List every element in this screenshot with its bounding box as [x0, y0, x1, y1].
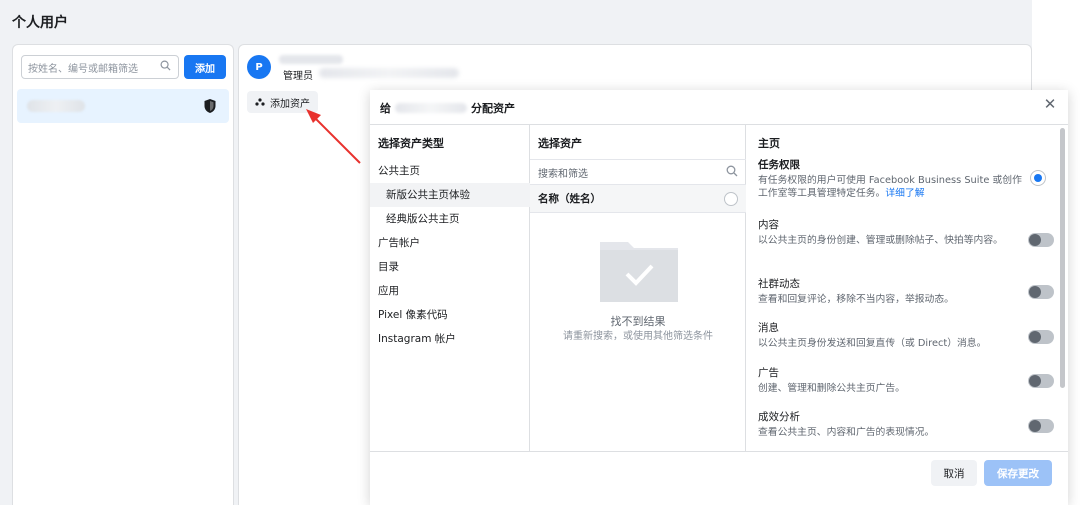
save-changes-button[interactable]: 保存更改	[984, 460, 1052, 486]
close-icon[interactable]: ✕	[1042, 96, 1058, 112]
perm-desc: 查看和回复评论，移除不当内容，举报动态。	[758, 294, 954, 305]
perm-ads: 广告 创建、管理和删除公共主页广告。	[758, 365, 1028, 395]
asset-type-ad-accounts[interactable]: 广告帐户	[370, 231, 530, 255]
perm-title: 内容	[758, 219, 779, 231]
name-header-label: 名称（姓名）	[538, 193, 601, 205]
shield-icon	[204, 99, 216, 113]
avatar: P	[247, 55, 271, 79]
task-access-radio[interactable]	[1030, 170, 1046, 186]
asset-select-column: 选择资产 搜索和筛选 名称（姓名） 找不到结果 请重新搜索，或使用其他筛选条件	[530, 125, 746, 451]
perm-title: 社群动态	[758, 278, 800, 290]
name-column-header: 名称（姓名）	[530, 185, 746, 213]
asset-type-apps[interactable]: 应用	[370, 279, 530, 303]
messages-toggle[interactable]	[1028, 330, 1054, 344]
asset-type-heading: 选择资产类型	[378, 137, 444, 150]
content-toggle[interactable]	[1028, 233, 1054, 247]
permissions-scrollbar[interactable]	[1060, 128, 1065, 388]
perm-content: 内容 以公共主页的身份创建、管理或删除帖子、快拍等内容。	[758, 217, 1028, 247]
perm-desc: 查看公共主页、内容和广告的表现情况。	[758, 427, 935, 438]
perm-title: 成效分析	[758, 411, 800, 423]
user-email-redacted	[319, 68, 459, 78]
user-search-placeholder: 按姓名、编号或邮箱筛选	[28, 63, 138, 75]
learn-more-link[interactable]: 详细了解	[885, 188, 924, 199]
insights-toggle[interactable]	[1028, 419, 1054, 433]
user-name-redacted	[279, 55, 343, 64]
perm-messages: 消息 以公共主页身份发送和回复直传（或 Direct）消息。	[758, 320, 1028, 350]
divider	[370, 451, 1068, 452]
perm-title: 广告	[758, 367, 779, 379]
asset-type-classic-pages[interactable]: 经典版公共主页	[370, 207, 530, 231]
dialog-title-prefix: 给	[380, 102, 391, 115]
perm-desc: 创建、管理和删除公共主页广告。	[758, 383, 905, 394]
assign-assets-dialog: 给 分配资产 ✕ 选择资产类型 公共主页 新版公共主页体验 经典版公共主页 广告…	[370, 90, 1068, 505]
dialog-title-suffix: 分配资产	[471, 102, 515, 115]
user-name-redacted	[27, 100, 85, 112]
add-asset-label: 添加资产	[270, 98, 310, 110]
asset-type-new-pages[interactable]: 新版公共主页体验	[370, 183, 530, 207]
select-all-radio[interactable]	[724, 191, 738, 206]
community-toggle[interactable]	[1028, 285, 1054, 299]
asset-search-placeholder: 搜索和筛选	[538, 168, 588, 180]
user-list-panel: 按姓名、编号或邮箱筛选 添加	[12, 44, 234, 505]
page-title: 个人用户	[12, 15, 68, 31]
asset-search-input[interactable]: 搜索和筛选	[530, 159, 746, 185]
user-name-redacted	[395, 103, 467, 113]
asset-type-pixels[interactable]: Pixel 像素代码	[370, 303, 530, 327]
dialog-title: 给 分配资产	[380, 100, 515, 116]
perm-task-access: 任务权限 有任务权限的用户可使用 Facebook Business Suite…	[758, 157, 1028, 200]
empty-folder-icon	[600, 242, 678, 302]
asset-type-list: 公共主页 新版公共主页体验 经典版公共主页 广告帐户 目录 应用 Pixel 像…	[370, 159, 530, 351]
perm-title: 消息	[758, 322, 779, 334]
asset-type-column: 选择资产类型 公共主页 新版公共主页体验 经典版公共主页 广告帐户 目录 应用 …	[370, 125, 530, 451]
perm-desc: 以公共主页的身份创建、管理或删除帖子、快拍等内容。	[758, 235, 1003, 246]
asset-select-heading: 选择资产	[538, 137, 582, 150]
asset-type-catalogs[interactable]: 目录	[370, 255, 530, 279]
user-list-item[interactable]	[17, 89, 229, 123]
perm-insights: 成效分析 查看公共主页、内容和广告的表现情况。	[758, 409, 1028, 439]
permissions-heading: 主页	[758, 137, 780, 150]
perm-desc: 以公共主页身份发送和回复直传（或 Direct）消息。	[758, 338, 987, 349]
people-icon	[255, 97, 265, 106]
search-icon	[726, 165, 738, 180]
add-user-button[interactable]: 添加	[184, 55, 226, 79]
role-label: 管理员	[283, 71, 313, 82]
perm-community: 社群动态 查看和回复评论，移除不当内容，举报动态。	[758, 276, 1028, 306]
search-icon	[158, 60, 172, 74]
asset-type-instagram[interactable]: Instagram 帐户	[370, 327, 530, 351]
perm-desc: 有任务权限的用户可使用 Facebook Business Suite 或创作工…	[758, 174, 1028, 200]
ads-toggle[interactable]	[1028, 374, 1054, 388]
user-search-input[interactable]: 按姓名、编号或邮箱筛选	[21, 55, 179, 79]
empty-state-subtitle: 请重新搜索，或使用其他筛选条件	[563, 331, 713, 342]
add-asset-button[interactable]: 添加资产	[247, 91, 318, 113]
asset-type-pages[interactable]: 公共主页	[370, 159, 530, 183]
permissions-column: 主页 任务权限 有任务权限的用户可使用 Facebook Business Su…	[746, 125, 1068, 451]
cancel-button[interactable]: 取消	[931, 460, 977, 486]
perm-title: 任务权限	[758, 159, 800, 171]
